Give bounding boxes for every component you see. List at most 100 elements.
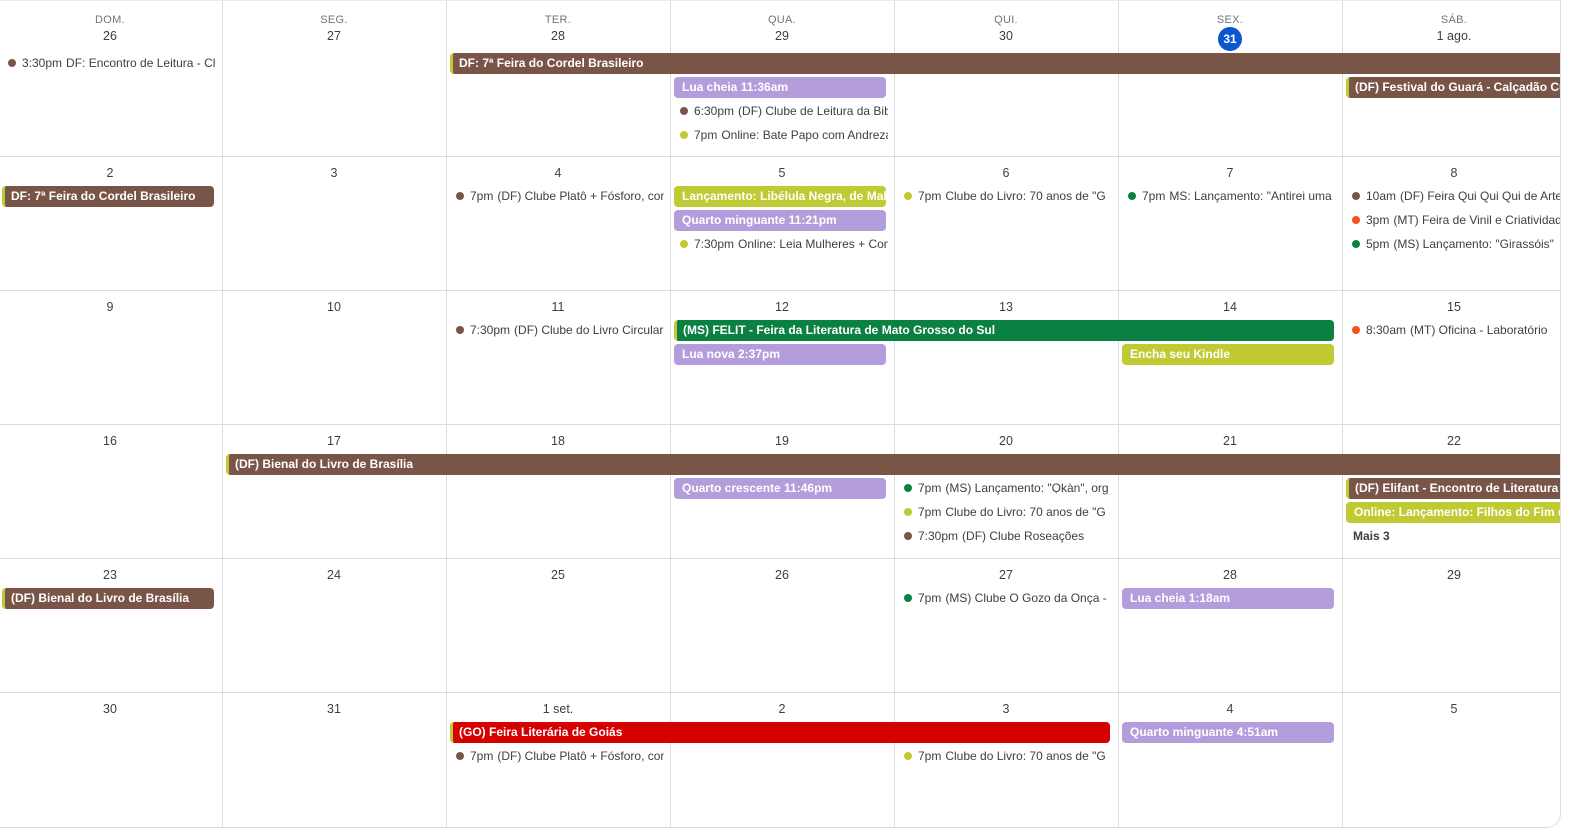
timed-event[interactable]: 6:30pm(DF) Clube de Leitura da Bibliotec… [680,101,888,122]
event-color-dot [1352,192,1360,200]
all-day-event[interactable]: (MS) FELIT - Feira da Literatura de Mato… [674,320,1334,341]
timed-event[interactable]: 3:30pmDF: Encontro de Leitura - Clube [8,53,216,74]
day-number[interactable]: 30 [894,29,1118,43]
event-time: 10am [1366,189,1397,203]
all-day-event[interactable]: Lua cheia 11:36am [674,77,886,98]
all-day-event[interactable]: (DF) Bienal do Livro de Brasília [2,588,214,609]
all-day-event[interactable]: Lua cheia 1:18am [1122,588,1334,609]
event-color-dot [1352,216,1360,224]
day-number[interactable]: 4 [446,166,670,180]
all-day-event[interactable]: Quarto minguante 4:51am [1122,722,1334,743]
day-number[interactable]: 22 [1342,434,1560,448]
all-day-event[interactable]: Lançamento: Libélula Negra, de Mal [674,186,886,207]
all-day-event[interactable]: Online: Lançamento: Filhos do Fim do [1346,502,1560,523]
day-number[interactable]: 29 [670,29,894,43]
day-number[interactable]: 30 [0,702,222,716]
timed-event[interactable]: 7pm (MS) Lançamento: "Ọkàn", org [904,478,1112,499]
day-number[interactable]: 17 [222,434,446,448]
day-number[interactable]: 23 [0,568,222,582]
day-number[interactable]: 14 [1118,300,1342,314]
day-number[interactable]: 10 [222,300,446,314]
day-number[interactable]: 12 [670,300,894,314]
all-day-event[interactable]: DF: 7ª Feira do Cordel Brasileiro [2,186,214,207]
today-date[interactable]: 31 [1118,27,1342,51]
all-day-event[interactable]: (DF) Elifant - Encontro de Literatura [1346,478,1560,499]
event-time: 7pm [918,481,942,495]
day-number[interactable]: 15 [1342,300,1560,314]
day-number[interactable]: 11 [446,300,670,314]
day-number[interactable]: 3 [894,702,1118,716]
day-number[interactable]: 7 [1118,166,1342,180]
day-number[interactable]: 31 [222,702,446,716]
day-number[interactable]: 24 [222,568,446,582]
event-title: Online: Bate Papo com Andreza [721,128,888,142]
day-number[interactable]: 27 [222,29,446,43]
event-time: 7pm [918,505,942,519]
timed-event[interactable]: 7pm Clube do Livro: 70 anos de "G [904,746,1112,767]
all-day-event[interactable]: DF: 7ª Feira do Cordel Brasileiro [450,53,1560,74]
day-number[interactable]: 16 [0,434,222,448]
timed-event[interactable]: 5pm (MS) Lançamento: "Girassóis" [1352,234,1560,255]
timed-event[interactable]: 3pm (MT) Feira de Vinil e Criatividade [1352,210,1560,231]
day-number[interactable]: 9 [0,300,222,314]
all-day-event[interactable]: Quarto crescente 11:46pm [674,478,886,499]
event-time: 7pm [470,189,494,203]
event-color-dot [1352,240,1360,248]
timed-event[interactable]: 7pm (MS) Clube O Gozo da Onça - [904,588,1112,609]
day-number[interactable]: 27 [894,568,1118,582]
all-day-event[interactable]: Quarto minguante 11:21pm [674,210,886,231]
event-title: (DF) Feira Qui Qui Qui de Arte [1400,189,1560,203]
day-number[interactable]: 5 [670,166,894,180]
event-title: (MS) Clube O Gozo da Onça - [945,591,1107,605]
event-time: 3:30pm [22,56,63,70]
timed-event[interactable]: 7pm Clube do Livro: 70 anos de "G [904,502,1112,523]
timed-event[interactable]: 7pm Clube do Livro: 70 anos de "G [904,186,1112,207]
day-number[interactable]: 20 [894,434,1118,448]
timed-event[interactable]: 8:30am (MT) Oficina - Laboratório [1352,320,1560,341]
day-number[interactable]: 26 [0,29,222,43]
day-number[interactable]: 28 [446,29,670,43]
day-number[interactable]: 26 [670,568,894,582]
day-number[interactable]: 13 [894,300,1118,314]
timed-event[interactable]: 7pm Online: Bate Papo com Andreza [680,125,888,146]
day-number[interactable]: 28 [1118,568,1342,582]
event-title: (DF) Clube de Leitura da Biblioteca [738,104,888,118]
event-time: 7pm [918,591,942,605]
day-number[interactable]: 2 [0,166,222,180]
day-number[interactable]: 4 [1118,702,1342,716]
all-day-event[interactable]: (DF) Festival do Guará - Calçadão Cultur… [1346,77,1560,98]
event-time: 7pm [1142,189,1166,203]
timed-event[interactable]: 7:30pm (DF) Clube do Livro Circular [456,320,664,341]
day-number[interactable]: 21 [1118,434,1342,448]
all-day-event[interactable]: (GO) Feira Literária de Goiás [450,722,1110,743]
day-number[interactable]: 1 ago. [1342,29,1560,43]
timed-event[interactable]: 7pm MS: Lançamento: "Antirei uma [1128,186,1336,207]
day-number[interactable]: 3 [222,166,446,180]
timed-event[interactable]: 10am (DF) Feira Qui Qui Qui de Arte [1352,186,1560,207]
day-number[interactable]: 6 [894,166,1118,180]
timed-event[interactable]: 7:30pm Online: Leia Mulheres + Com [680,234,888,255]
timed-event[interactable]: 7pm (DF) Clube Platô + Fósforo, com [456,186,664,207]
event-color-dot [904,192,912,200]
day-number[interactable]: 1 set. [446,702,670,716]
all-day-event[interactable]: (DF) Bienal do Livro de Brasília [226,454,1560,475]
day-number[interactable]: 2 [670,702,894,716]
timed-event[interactable]: 7:30pm (DF) Clube Roseações [904,526,1112,547]
event-title: Online: Leia Mulheres + Com [738,237,888,251]
day-number[interactable]: 29 [1342,568,1560,582]
row-divider [0,424,1560,425]
day-number[interactable]: 19 [670,434,894,448]
all-day-event[interactable]: Encha seu Kindle [1122,344,1334,365]
day-number[interactable]: 25 [446,568,670,582]
more-events-link[interactable]: Mais 3 [1353,526,1390,547]
event-title: Clube do Livro: 70 anos de "G [945,749,1106,763]
timed-event[interactable]: 7pm (DF) Clube Platô + Fósforo, com [456,746,664,767]
all-day-event[interactable]: Lua nova 2:37pm [674,344,886,365]
weekday-header: QUI. [994,14,1018,26]
day-number[interactable]: 18 [446,434,670,448]
day-number[interactable]: 8 [1342,166,1560,180]
event-title: (MS) Lançamento: "Ọkàn", org [945,481,1109,495]
day-number[interactable]: 5 [1342,702,1560,716]
event-color-dot [456,326,464,334]
weekday-header: QUA. [767,14,797,26]
